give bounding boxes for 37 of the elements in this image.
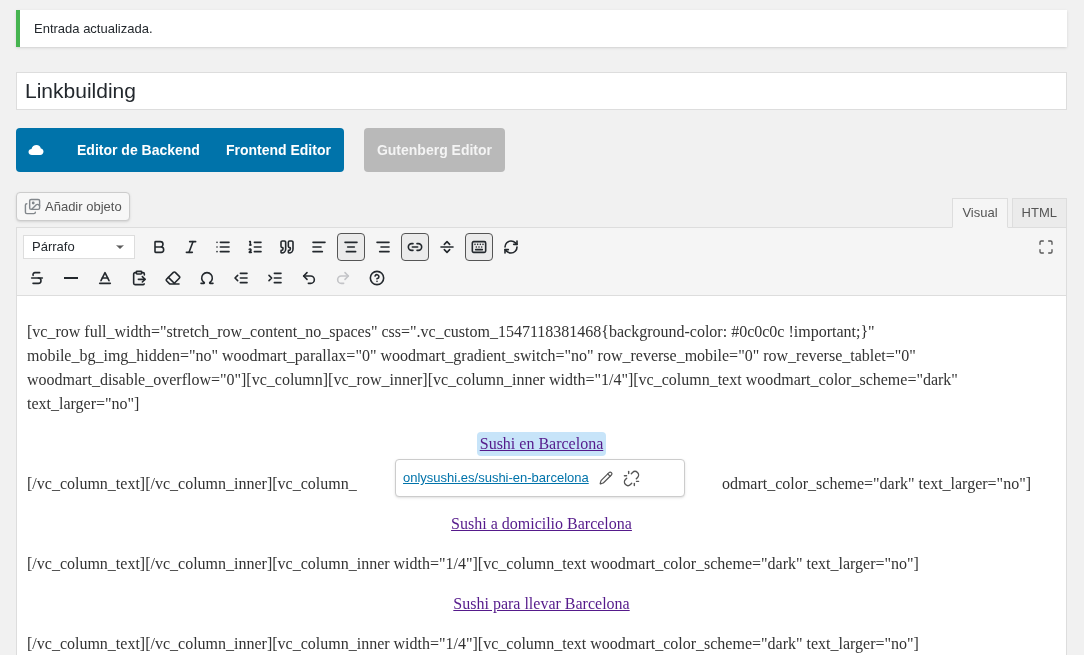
refresh-icon	[503, 239, 519, 255]
align-left-icon	[311, 239, 327, 255]
toolbar-button[interactable]	[401, 233, 429, 261]
toolbar-button[interactable]	[337, 233, 365, 261]
editor-tab[interactable]: HTML	[1011, 198, 1067, 228]
format-value: Párrafo	[32, 238, 75, 257]
align-center-icon	[343, 239, 359, 255]
media-icon	[24, 198, 41, 215]
numbered-list-icon	[247, 239, 263, 255]
bullet-list-icon	[215, 239, 231, 255]
cloud-icon	[28, 144, 44, 156]
add-media-button[interactable]: Añadir objeto	[16, 192, 130, 221]
link-url[interactable]: onlysushi.es/sushi-en-barcelona	[403, 466, 589, 490]
shortcode-text: [/vc_column_text][/vc_column_inner][vc_column_inner width="1/4"][vc_column_text woodmart_color_scheme="dark" text_larger="no"]	[27, 634, 920, 655]
text-link[interactable]: Sushi a domicilio Barcelona	[448, 512, 635, 536]
shortcode-text: [/vc_column_text][/vc_column_inner][vc_column_inner width="1/4"][vc_column_text woodmart_color_scheme="dark" text_larger="no"]	[27, 554, 920, 575]
fullscreen-icon	[1038, 239, 1054, 255]
align-right-icon	[375, 239, 391, 255]
toolbar-button[interactable]	[465, 233, 493, 261]
editor-tab[interactable]: Visual	[952, 198, 1008, 228]
shortcode-text: [/vc_column_text][/vc_column_inner][vc_column_	[27, 474, 357, 494]
update-notice: Entrada actualizada.	[16, 10, 1067, 47]
read-more-icon	[439, 239, 455, 255]
bold-icon	[151, 239, 167, 255]
editor-mode-button[interactable]: Editor de Backend	[64, 128, 213, 172]
text-link[interactable]: Sushi para llevar Barcelona	[450, 592, 633, 616]
title-field[interactable]: Linkbuilding	[16, 72, 1067, 110]
editor-mode-button[interactable]: Frontend Editor	[212, 128, 344, 172]
text-link[interactable]: Sushi en Barcelona	[476, 432, 607, 456]
shortcode-text: [vc_row full_width="stretch_row_content_no_spaces" css=".vc_custom_1547118381468{background-color: #0c0c0c !important;}" mobile_bg_img_hidden="no" woodmart_parallax="0" woodmart_gradient_switch="no" row_reverse_mobile="0" row_reverse_tablet="0" woodmart_disable_overflow="0"][vc_column][vc_row_inner][vc_column_inner width="1/4"][vc_column_text woodmart_color_scheme="dark" text_larger="no"]	[27, 322, 959, 415]
edit-icon[interactable]	[598, 471, 613, 485]
unlink-icon[interactable]	[622, 469, 640, 487]
quote-icon	[279, 239, 295, 255]
format-select[interactable]: Párrafo	[23, 235, 135, 259]
shortcode-text: odmart_color_scheme="dark" text_larger="no"]	[721, 474, 1031, 495]
toolbar-toggle-icon	[471, 239, 487, 255]
italic-icon	[183, 239, 199, 255]
